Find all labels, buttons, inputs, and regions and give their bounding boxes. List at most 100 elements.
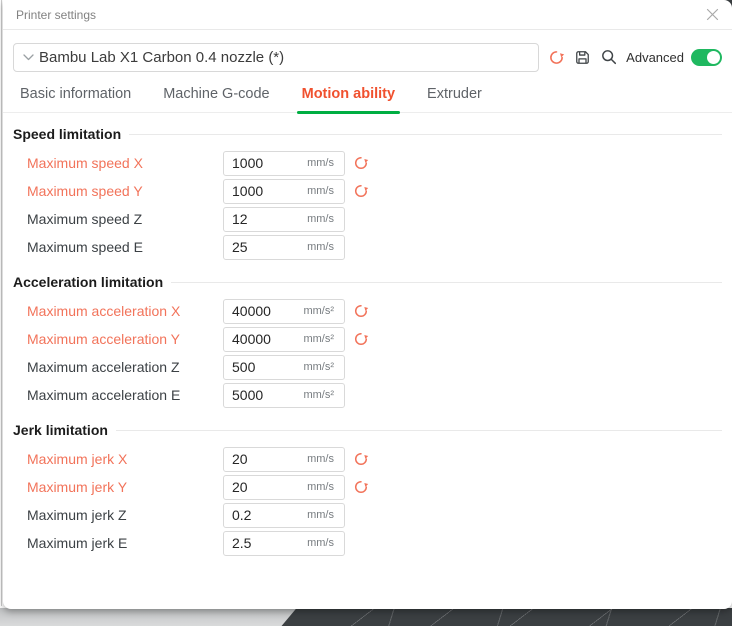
value-input[interactable] (224, 303, 303, 319)
setting-row-maximum-speed-y: Maximum speed Y mm/s (13, 177, 722, 205)
value-input-box: mm/s² (223, 355, 345, 380)
section-divider (171, 282, 722, 283)
unit-label: mm/s² (303, 361, 334, 373)
setting-label: Maximum jerk Y (27, 479, 223, 495)
setting-row-maximum-acceleration-e: Maximum acceleration E mm/s² (13, 381, 722, 409)
value-input[interactable] (224, 359, 303, 375)
search-icon[interactable] (600, 48, 618, 66)
advanced-toggle[interactable] (691, 49, 722, 66)
section-header: Acceleration limitation (13, 267, 722, 297)
section-title: Acceleration limitation (13, 274, 163, 290)
value-input-box: mm/s (223, 475, 345, 500)
value-input[interactable] (224, 239, 307, 255)
unit-label: mm/s (307, 509, 334, 521)
setting-label: Maximum speed X (27, 155, 223, 171)
setting-row-maximum-speed-x: Maximum speed X mm/s (13, 149, 722, 177)
setting-label: Maximum speed Z (27, 211, 223, 227)
setting-label: Maximum acceleration E (27, 387, 223, 403)
reset-icon[interactable] (353, 183, 369, 199)
unit-label: mm/s² (303, 389, 334, 401)
value-input-box: mm/s (223, 179, 345, 204)
value-input-box: mm/s (223, 207, 345, 232)
value-input[interactable] (224, 451, 307, 467)
unit-label: mm/s (307, 185, 334, 197)
reset-icon[interactable] (353, 331, 369, 347)
section-header: Speed limitation (13, 119, 722, 149)
section-header: Jerk limitation (13, 415, 722, 445)
tab-bar: Basic information Machine G-code Motion ab… (3, 72, 732, 113)
value-input[interactable] (224, 535, 307, 551)
reset-icon[interactable] (353, 451, 369, 467)
setting-row-maximum-speed-e: Maximum speed Emm/s (13, 233, 722, 261)
section-speed-limitation: Speed limitationMaximum speed Xmm/sMaxim… (13, 119, 722, 261)
setting-row-maximum-speed-z: Maximum speed Z mm/s (13, 205, 722, 233)
setting-row-maximum-jerk-z: Maximum jerk Z mm/s (13, 501, 722, 529)
setting-label: Maximum acceleration Z (27, 359, 223, 375)
tab-extruder[interactable]: Extruder (427, 86, 482, 112)
value-input-box: mm/s (223, 235, 345, 260)
value-input[interactable] (224, 331, 303, 347)
setting-label: Maximum acceleration Y (27, 331, 223, 347)
unit-label: mm/s (307, 537, 334, 549)
reset-icon[interactable] (353, 155, 369, 171)
unit-label: mm/s (307, 481, 334, 493)
tab-machine-g-code[interactable]: Machine G-code (163, 86, 269, 112)
tab-basic-information[interactable]: Basic information (20, 86, 131, 112)
unit-label: mm/s (307, 157, 334, 169)
value-input-box: mm/s² (223, 383, 345, 408)
setting-row-maximum-jerk-x: Maximum jerk X mm/s (13, 445, 722, 473)
printer-preset-select[interactable]: Bambu Lab X1 Carbon 0.4 nozzle (*) (13, 43, 539, 72)
section-title: Speed limitation (13, 126, 121, 142)
setting-label: Maximum jerk X (27, 451, 223, 467)
unit-label: mm/s² (303, 305, 334, 317)
unit-label: mm/s (307, 453, 334, 465)
value-input[interactable] (224, 387, 303, 403)
setting-row-maximum-jerk-e: Maximum jerk E mm/s (13, 529, 722, 557)
unit-label: mm/s² (303, 333, 334, 345)
section-jerk-limitation: Jerk limitationMaximum jerk Xmm/sMaximum… (13, 415, 722, 557)
reset-icon[interactable] (353, 303, 369, 319)
setting-label: Maximum jerk Z (27, 507, 223, 523)
window-edge (1, 0, 2, 606)
preset-toolbar: Bambu Lab X1 Carbon 0.4 nozzle (*) Advan… (13, 42, 722, 72)
section-divider (129, 134, 722, 135)
build-plate (278, 608, 732, 626)
app-background (0, 608, 732, 626)
reset-preset-icon[interactable] (548, 48, 565, 66)
section-title: Jerk limitation (13, 422, 108, 438)
printer-settings-dialog: Printer settings Bambu Lab X1 Carbon 0.4… (3, 0, 732, 609)
value-input-box: mm/s² (223, 327, 345, 352)
unit-label: mm/s (307, 213, 334, 225)
value-input-box: mm/s (223, 503, 345, 528)
dialog-titlebar: Printer settings (3, 0, 732, 30)
setting-row-maximum-acceleration-y: Maximum acceleration Y mm/s² (13, 325, 722, 353)
chevron-down-icon (23, 54, 34, 61)
close-icon[interactable] (706, 8, 719, 21)
value-input-box: mm/s (223, 447, 345, 472)
value-input[interactable] (224, 183, 307, 199)
advanced-label: Advanced (626, 50, 684, 65)
value-input[interactable] (224, 507, 307, 523)
value-input[interactable] (224, 479, 307, 495)
dialog-title: Printer settings (16, 8, 96, 22)
value-input-box: mm/s (223, 531, 345, 556)
section-acceleration-limitation: Acceleration limitation Maximum accelerat… (13, 267, 722, 409)
section-divider (116, 430, 722, 431)
settings-content: Speed limitationMaximum speed Xmm/sMaxim… (3, 113, 732, 557)
setting-label: Maximum acceleration X (27, 303, 223, 319)
value-input[interactable] (224, 211, 307, 227)
setting-row-maximum-acceleration-z: Maximum acceleration Z mm/s² (13, 353, 722, 381)
preset-name: Bambu Lab X1 Carbon 0.4 nozzle (*) (39, 49, 284, 66)
setting-label: Maximum speed Y (27, 183, 223, 199)
setting-row-maximum-jerk-y: Maximum jerk Y mm/s (13, 473, 722, 501)
value-input-box: mm/s² (223, 299, 345, 324)
save-icon[interactable] (574, 48, 591, 66)
setting-label: Maximum speed E (27, 239, 223, 255)
tab-motion-ability[interactable]: Motion ability (302, 86, 395, 112)
reset-icon[interactable] (353, 479, 369, 495)
value-input-box: mm/s (223, 151, 345, 176)
setting-label: Maximum jerk E (27, 535, 223, 551)
value-input[interactable] (224, 155, 307, 171)
setting-row-maximum-acceleration-x: Maximum acceleration X mm/s² (13, 297, 722, 325)
toggle-knob (707, 51, 720, 64)
